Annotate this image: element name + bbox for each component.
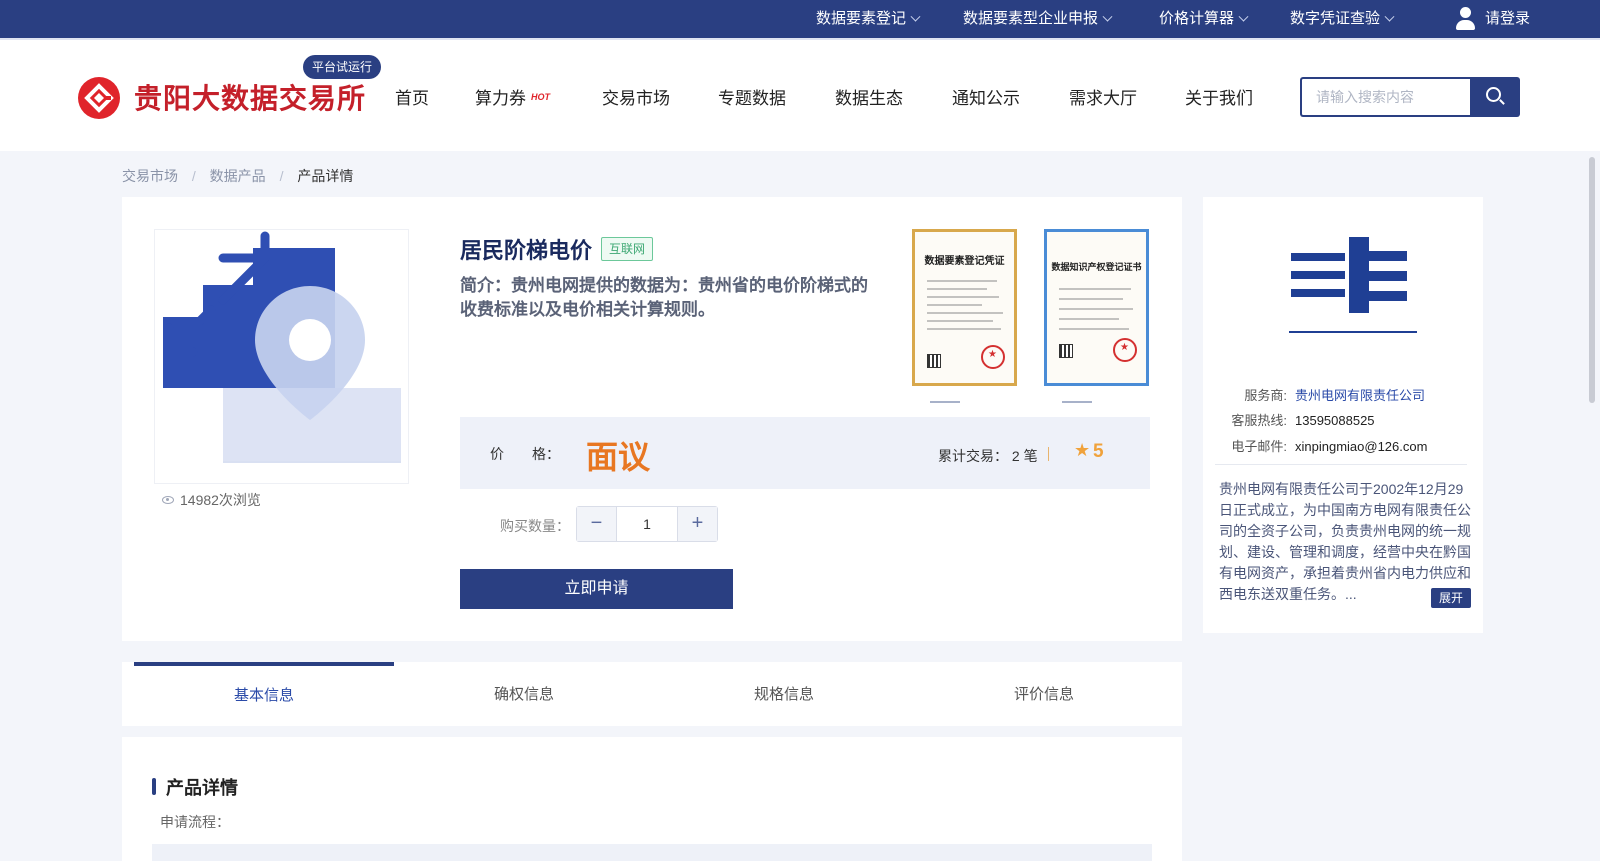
hot-badge: HOT: [531, 92, 550, 102]
nav-item-compute-voucher[interactable]: 算力券: [475, 84, 526, 109]
topbar-item-enterprise-declare[interactable]: 数据要素型企业申报: [963, 0, 1113, 38]
section-marker: [152, 778, 156, 795]
eye-icon: [162, 496, 174, 504]
process-panel: [152, 844, 1152, 861]
nav-item-topic-data[interactable]: 专题数据: [718, 84, 786, 109]
divider: [1048, 447, 1049, 461]
view-count: 14982次浏览: [162, 490, 261, 510]
breadcrumb-data-products[interactable]: 数据产品: [210, 168, 266, 184]
quantity-input[interactable]: 1: [618, 507, 676, 541]
topbar-item-label: 价格计算器: [1159, 10, 1235, 27]
product-title: 居民阶梯电价: [460, 238, 593, 263]
site-logo-text[interactable]: 贵阳大数据交易所: [134, 77, 366, 117]
provider-hotline: 13595088525: [1295, 413, 1375, 428]
topbar-item-label: 数据要素型企业申报: [963, 10, 1099, 27]
breadcrumb-market[interactable]: 交易市场: [122, 168, 178, 184]
product-detail-section: 产品详情 申请流程：: [122, 737, 1182, 861]
quantity-decrease-button[interactable]: −: [577, 507, 617, 541]
application-process-label: 申请流程：: [160, 814, 230, 830]
logo-icon[interactable]: [78, 77, 120, 119]
qr-code-icon: [1059, 344, 1073, 358]
deal-count: 累计交易： 2 笔: [938, 448, 1038, 464]
certificate-ip[interactable]: 数据知识产权登记证书: [1044, 229, 1149, 386]
topbar-item-label: 数据要素登记: [816, 10, 907, 27]
certificate-indicator: [930, 401, 960, 403]
divider: [1215, 464, 1467, 465]
seal-icon: [1113, 338, 1137, 362]
field-label: 电子邮件:: [1231, 439, 1287, 454]
seal-icon: [981, 345, 1005, 369]
product-description: 简介：贵州电网提供的数据为：贵州省的电价阶梯式的收费标准以及电价相关计算规则。: [460, 276, 868, 319]
field-label: 客服热线:: [1231, 413, 1287, 428]
power-grid-logo-icon: [1289, 237, 1417, 339]
certificate-registration[interactable]: 数据要素登记凭证: [912, 229, 1017, 386]
breadcrumb-current: 产品详情: [297, 168, 354, 184]
topbar-item-price-calculator[interactable]: 价格计算器: [1159, 0, 1249, 38]
certificate-indicator: [1062, 401, 1092, 403]
price-label: 价 格：: [490, 446, 560, 462]
product-card: 14982次浏览 居民阶梯电价 互联网 简介：贵州电网提供的数据为：贵州省的电价…: [122, 197, 1182, 641]
user-icon[interactable]: [1453, 7, 1477, 31]
top-bar: 数据要素登记 数据要素型企业申报 价格计算器 数字凭证查验 请登录: [0, 0, 1600, 38]
certificate-title: 数据要素登记凭证: [924, 256, 1005, 267]
topbar-item-voucher-check[interactable]: 数字凭证查验: [1290, 0, 1395, 38]
product-image: [154, 229, 409, 484]
nav-item-demand-hall[interactable]: 需求大厅: [1069, 84, 1137, 109]
site-header: 贵阳大数据交易所 平台试运行 首页 算力券 HOT 交易市场 专题数据 数据生态…: [0, 38, 1600, 151]
chevron-down-icon: [910, 11, 921, 22]
tab-reviews[interactable]: 评价信息: [914, 662, 1174, 726]
expand-button[interactable]: 展开: [1431, 588, 1472, 608]
tab-rights-info[interactable]: 确权信息: [394, 662, 654, 726]
nav-item-home[interactable]: 首页: [395, 84, 429, 109]
topbar-item-label: 数字凭证查验: [1290, 10, 1381, 27]
price-value: 面议: [586, 439, 651, 475]
breadcrumb: 交易市场 / 数据产品 / 产品详情: [122, 166, 353, 186]
breadcrumb-separator: /: [191, 168, 196, 184]
breadcrumb-separator: /: [279, 168, 284, 184]
provider-name-row: 服务商: 贵州电网有限责任公司: [1215, 385, 1425, 404]
quantity-stepper: − 1 +: [576, 506, 718, 542]
qr-code-icon: [927, 354, 941, 368]
certificate-title: 数据知识产权登记证书: [1051, 262, 1142, 272]
quantity-label: 购买数量：: [500, 518, 570, 534]
nav-item-market[interactable]: 交易市场: [602, 84, 670, 109]
provider-card: 服务商: 贵州电网有限责任公司 客服热线: 13595088525 电子邮件: xin…: [1203, 197, 1483, 633]
search-box: [1300, 77, 1470, 117]
star-icon: ★: [1074, 440, 1091, 460]
scrollbar-thumb[interactable]: [1589, 157, 1595, 403]
search-input[interactable]: [1302, 79, 1470, 115]
field-label: 服务商:: [1244, 388, 1287, 403]
beta-badge: 平台试运行: [303, 55, 382, 79]
rating-value: 5: [1093, 441, 1104, 462]
provider-hotline-row: 客服热线: 13595088525: [1215, 410, 1375, 429]
chevron-down-icon: [1238, 11, 1249, 22]
apply-now-button[interactable]: 立即申请: [460, 569, 733, 609]
topbar-item-data-registration[interactable]: 数据要素登记: [816, 0, 921, 38]
provider-logo: [1287, 235, 1419, 343]
search-button[interactable]: [1470, 77, 1520, 117]
nav-item-about[interactable]: 关于我们: [1185, 84, 1253, 109]
quantity-increase-button[interactable]: +: [677, 507, 717, 541]
page-scrollbar[interactable]: [1585, 151, 1600, 861]
section-title: 产品详情: [166, 778, 238, 798]
provider-email-row: 电子邮件: xinpingmiao@126.com: [1215, 436, 1427, 455]
chevron-down-icon: [1102, 11, 1113, 22]
provider-name-link[interactable]: 贵州电网有限责任公司: [1295, 388, 1425, 403]
nav-item-ecosystem[interactable]: 数据生态: [835, 84, 903, 109]
detail-tabs: 基本信息 确权信息 规格信息 评价信息: [122, 662, 1182, 726]
provider-email: xinpingmiao@126.com: [1295, 439, 1428, 454]
stairs-location-icon: [163, 231, 401, 463]
provider-description: 贵州电网有限责任公司于2002年12月29日正式成立，为中国南方电网有限责任公司…: [1219, 481, 1471, 602]
tab-spec-info[interactable]: 规格信息: [654, 662, 914, 726]
tab-basic-info[interactable]: 基本信息: [134, 662, 394, 726]
product-category-tag: 互联网: [601, 237, 654, 261]
login-link[interactable]: 请登录: [1485, 0, 1530, 38]
nav-item-notices[interactable]: 通知公示: [952, 84, 1020, 109]
chevron-down-icon: [1384, 11, 1395, 22]
view-count-text: 14982次浏览: [180, 492, 261, 508]
price-bar: 价 格： 面议 累计交易： 2 笔 ★ 5: [460, 417, 1150, 489]
